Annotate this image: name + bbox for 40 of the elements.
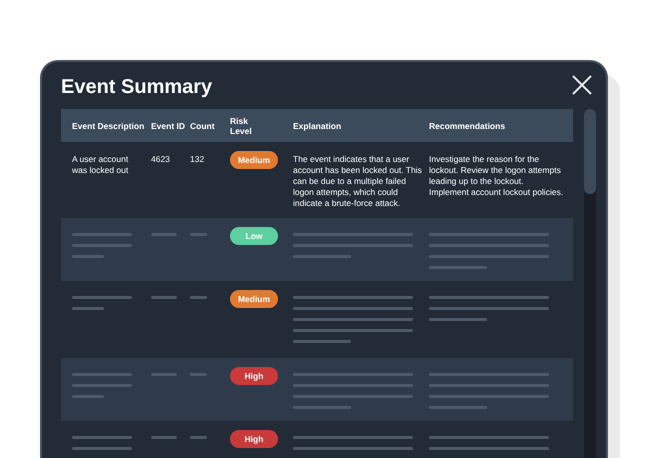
placeholder-line [293, 255, 351, 258]
placeholder-line [429, 406, 487, 409]
column-header: Explanation [293, 120, 342, 130]
placeholder-line [429, 318, 487, 321]
table-cell-text: 132 [190, 154, 206, 165]
risk-badge: Low [230, 227, 278, 245]
placeholder-line [72, 373, 132, 376]
placeholder-line [72, 384, 132, 387]
placeholder-line [72, 395, 104, 398]
placeholder-line [293, 406, 351, 409]
scrollbar-thumb[interactable] [584, 109, 596, 194]
risk-badge: High [230, 430, 278, 448]
placeholder-line [293, 340, 351, 343]
close-button[interactable] [571, 74, 593, 96]
column-header: Recommendations [429, 120, 506, 130]
placeholder-line [151, 233, 177, 236]
column-header: Risk Level [230, 116, 253, 136]
risk-badge: Medium [230, 151, 278, 169]
table-cell-text: 4623 [151, 154, 171, 165]
placeholder-line [72, 296, 132, 299]
placeholder-line [72, 255, 104, 258]
risk-badge: Medium [230, 290, 278, 308]
risk-badge: High [230, 367, 278, 385]
table-cell: The event indicates that a user account has been locked out. This can be due to a multiple failed logon attempts, which could indicate a brute-force attack. [293, 154, 423, 209]
placeholder-line [72, 447, 132, 450]
placeholder-line [151, 373, 177, 376]
table-cell-text: A user account was locked out [72, 154, 130, 176]
placeholder-line [151, 436, 177, 439]
placeholder-line [72, 244, 132, 247]
placeholder-line [151, 296, 177, 299]
table-cell-text: Investigate the reason for the lockout. Review the logon attempts leading up to the lockout. Implement account lockout policies. [429, 154, 564, 198]
placeholder-line [429, 266, 487, 269]
close-icon [571, 74, 593, 96]
column-header: Event ID [151, 120, 186, 130]
placeholder-line [72, 233, 132, 236]
window-title: Event Summary [61, 75, 212, 100]
placeholder-line [72, 307, 104, 310]
placeholder-line [72, 436, 132, 439]
column-header: Count [190, 120, 216, 130]
column-header: Event Description [72, 120, 146, 130]
